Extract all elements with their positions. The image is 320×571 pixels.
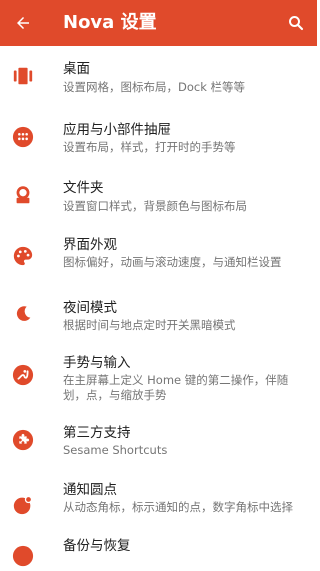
app-bar: Nova 设置 xyxy=(0,0,317,46)
desktop-icon xyxy=(12,65,34,87)
back-button[interactable] xyxy=(8,8,38,38)
item-title: 界面外观 xyxy=(63,237,117,253)
settings-item-third-party[interactable]: 第三方支持 Sesame Shortcuts xyxy=(0,412,317,471)
settings-item-gestures[interactable]: 手势与输入 在主屏幕上定义 Home 键的第二操作，伴随划，点，与缩放手势 xyxy=(0,340,317,412)
search-button[interactable] xyxy=(281,8,311,38)
backup-icon xyxy=(12,545,34,567)
settings-item-backup[interactable]: 备份与恢复 xyxy=(0,531,317,571)
settings-item-folder[interactable]: 文件夹 设置窗口样式，背景颜色与图标布局 xyxy=(0,165,317,224)
settings-list: 桌面 设置网格，图标布局，Dock 栏等等 应用与小部件抽屉 设置布局，样式，打… xyxy=(0,46,317,571)
folder-icon xyxy=(12,184,34,206)
item-title: 手势与输入 xyxy=(63,355,131,371)
item-subtitle: 设置窗口样式，背景颜色与图标布局 xyxy=(63,199,247,213)
settings-item-night-mode[interactable]: 夜间模式 根据时间与地点定时开关黑暗模式 xyxy=(0,287,317,340)
item-subtitle: 从动态角标，标示通知的点，数字角标中选择 xyxy=(63,500,293,514)
item-subtitle: Sesame Shortcuts xyxy=(63,443,168,457)
item-title: 夜间模式 xyxy=(63,300,117,316)
gesture-icon xyxy=(12,364,34,386)
search-icon xyxy=(289,16,304,31)
palette-icon xyxy=(12,245,34,267)
item-title: 第三方支持 xyxy=(63,425,131,441)
page-title: Nova 设置 xyxy=(63,12,157,33)
settings-item-desktop[interactable]: 桌面 设置网格，图标布局，Dock 栏等等 xyxy=(0,46,317,106)
app-drawer-icon xyxy=(12,126,34,148)
item-title: 应用与小部件抽屉 xyxy=(63,122,171,138)
notification-dot-icon xyxy=(12,494,34,516)
item-subtitle: 设置布局，样式，打开时的手势等 xyxy=(63,140,236,154)
settings-item-appearance[interactable]: 界面外观 图标偏好，动画与滚动速度，与通知栏设置 xyxy=(0,224,317,287)
item-subtitle: 设置网格，图标布局，Dock 栏等等 xyxy=(63,80,246,94)
item-subtitle: 在主屏幕上定义 Home 键的第二操作，伴随划，点，与缩放手势 xyxy=(63,373,289,402)
item-subtitle: 根据时间与地点定时开关黑暗模式 xyxy=(63,318,236,332)
item-title: 桌面 xyxy=(63,61,90,77)
moon-icon xyxy=(12,303,34,325)
settings-item-notification-dots[interactable]: 通知圆点 从动态角标，标示通知的点，数字角标中选择 xyxy=(0,471,317,531)
item-title: 文件夹 xyxy=(63,180,104,196)
item-subtitle: 图标偏好，动画与滚动速度，与通知栏设置 xyxy=(63,255,282,269)
puzzle-icon xyxy=(12,429,34,451)
settings-item-app-drawer[interactable]: 应用与小部件抽屉 设置布局，样式，打开时的手势等 xyxy=(0,106,317,165)
arrow-left-icon xyxy=(17,17,29,29)
item-title: 备份与恢复 xyxy=(63,538,131,554)
item-title: 通知圆点 xyxy=(63,482,117,498)
